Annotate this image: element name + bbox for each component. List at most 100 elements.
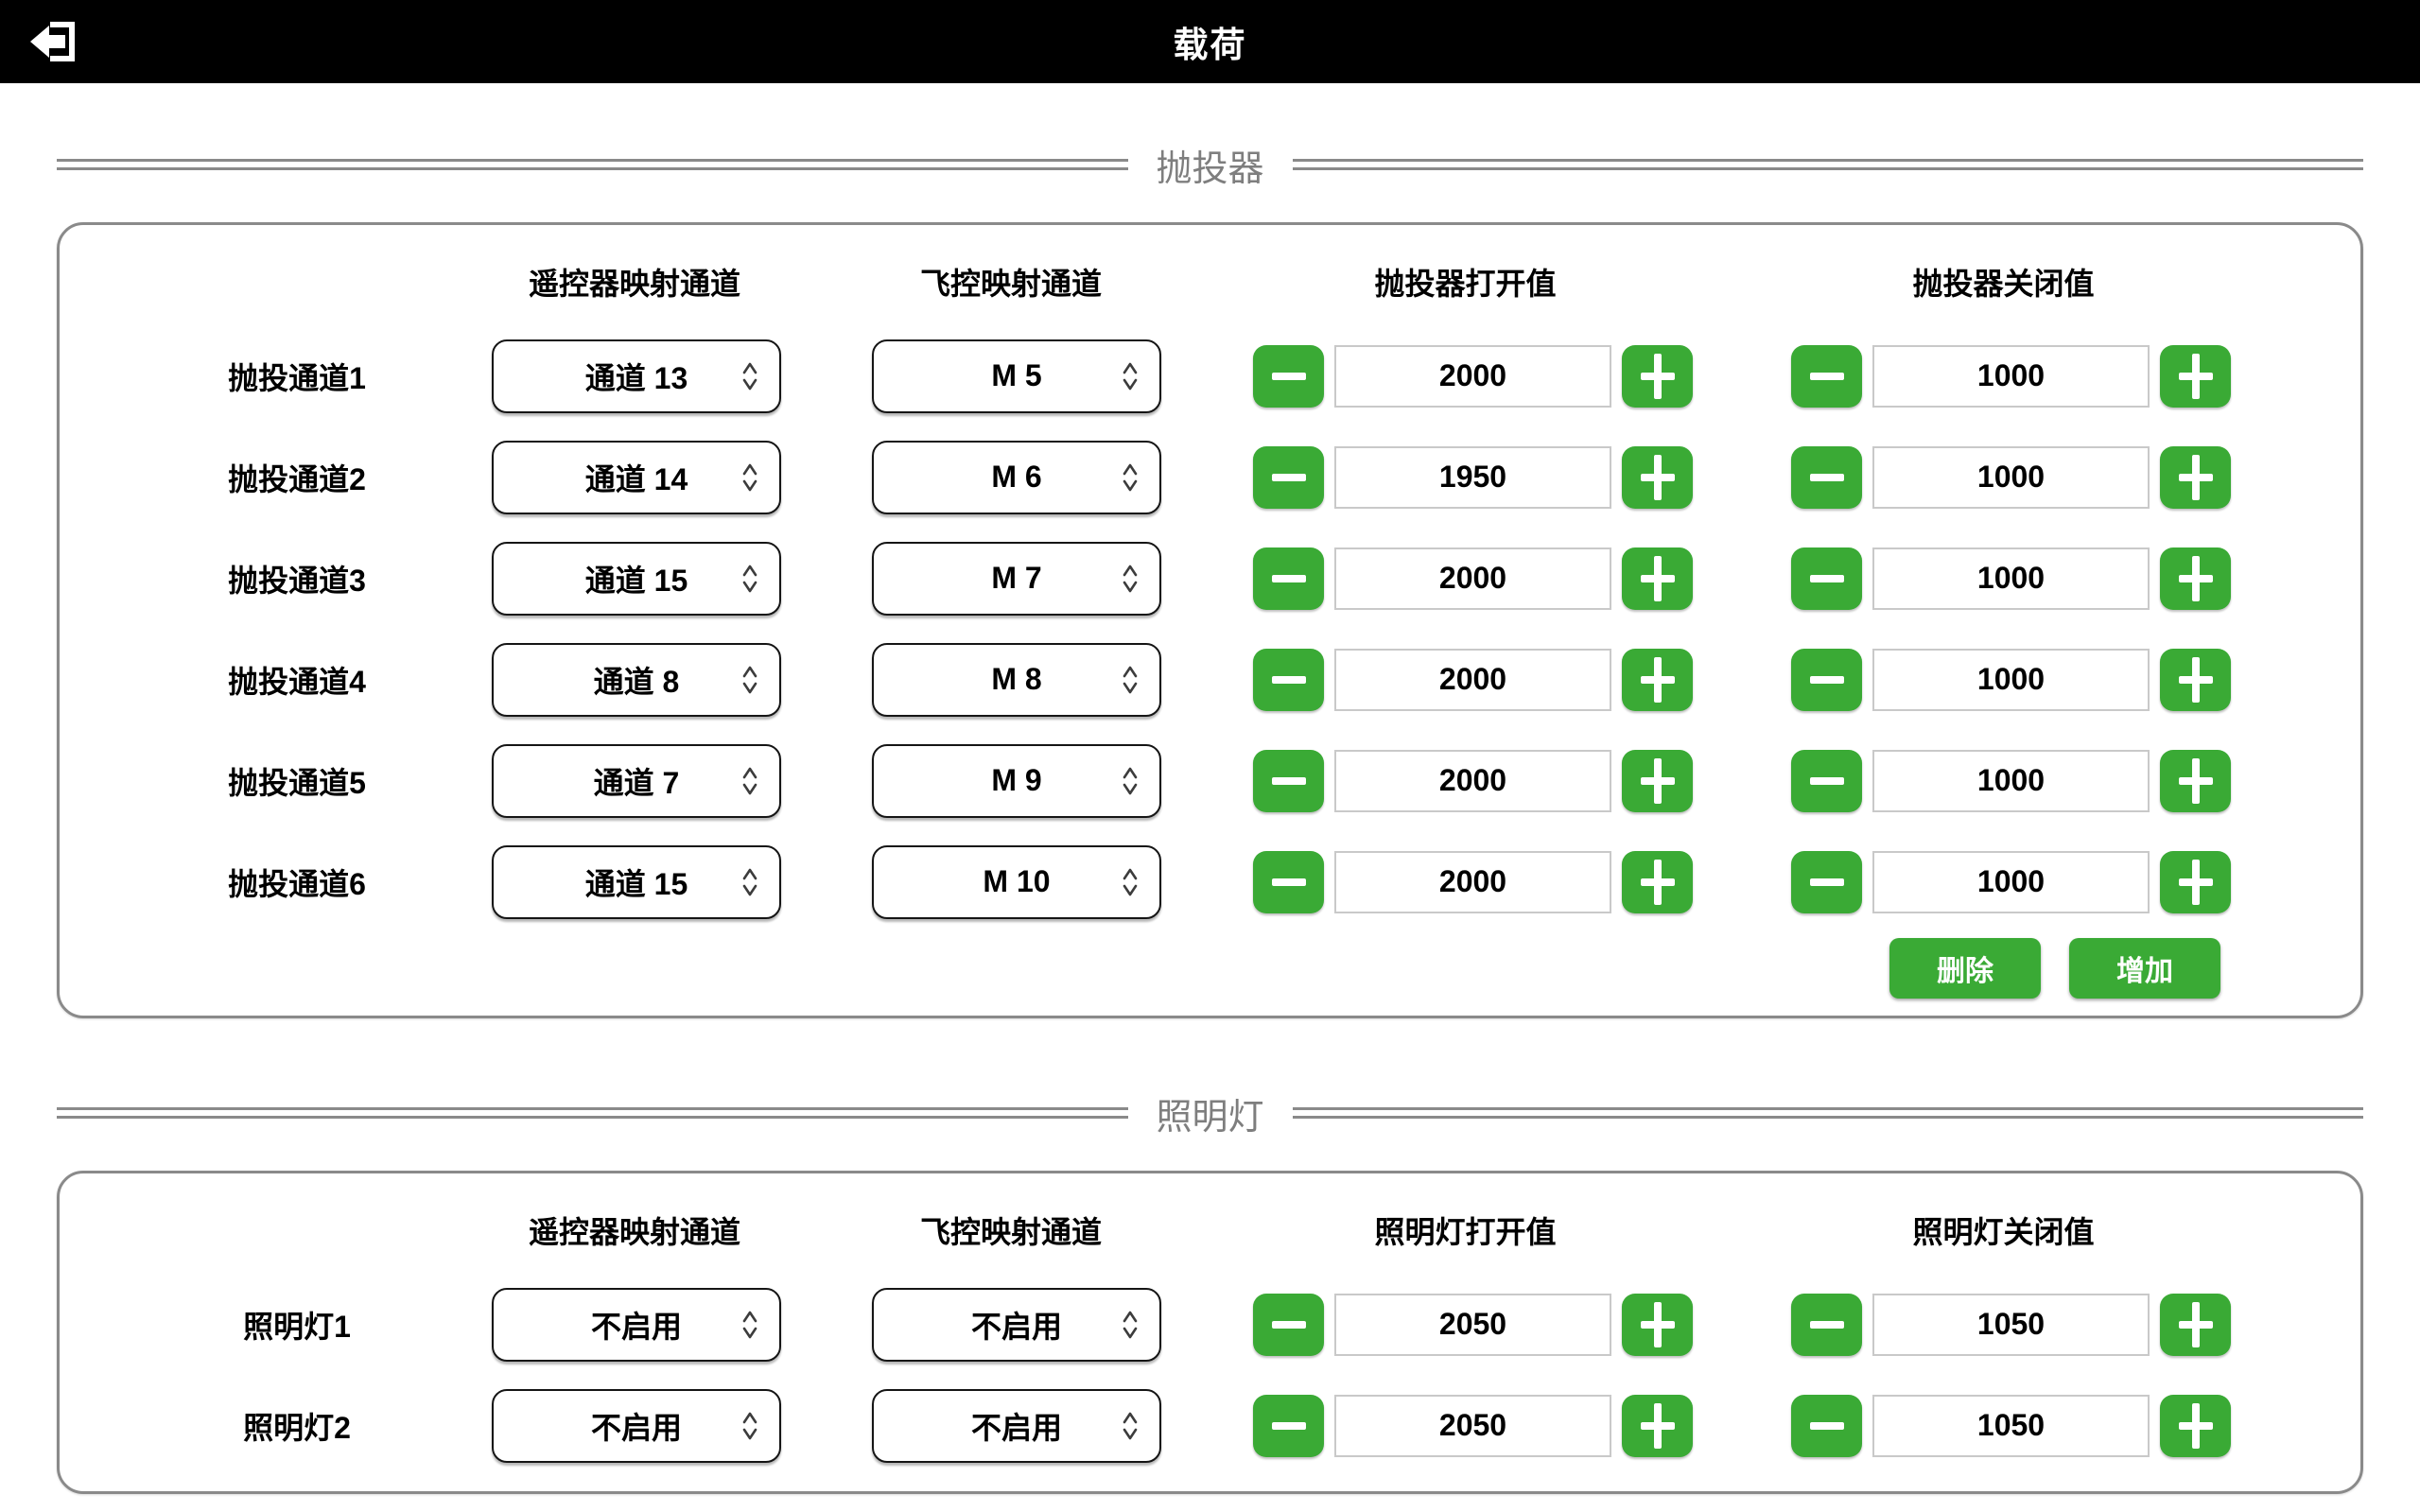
open-value-stepper (1253, 547, 1693, 610)
select-chevrons-icon (740, 1409, 760, 1443)
open-value-minus-button[interactable] (1253, 446, 1324, 509)
column-header-fc-channel: 飞控映射通道 (868, 1208, 1154, 1252)
open-value-plus-button[interactable] (1622, 1395, 1693, 1457)
close-value-input[interactable] (1872, 851, 2150, 913)
select-chevrons-icon (740, 865, 760, 899)
fc-channel-select[interactable]: 不启用 (872, 1288, 1161, 1362)
add-button[interactable]: 增加 (2069, 938, 2220, 999)
open-value-minus-button[interactable] (1253, 1395, 1324, 1457)
fc-channel-select[interactable]: M 6 (872, 441, 1161, 514)
close-value-minus-button[interactable] (1791, 649, 1862, 711)
minus-icon (1810, 777, 1844, 785)
section-header: 照明灯 (57, 1090, 2363, 1136)
open-value-plus-button[interactable] (1622, 1294, 1693, 1356)
fc-channel-select[interactable]: M 9 (872, 744, 1161, 818)
rc-channel-select[interactable]: 通道 7 (492, 744, 781, 818)
close-value-plus-button[interactable] (2160, 750, 2231, 812)
open-value-plus-button[interactable] (1622, 649, 1693, 711)
delete-button[interactable]: 删除 (1889, 938, 2041, 999)
close-value-input[interactable] (1872, 1294, 2150, 1356)
back-button[interactable] (23, 11, 87, 72)
close-value-stepper (1791, 750, 2231, 812)
open-value-plus-button[interactable] (1622, 750, 1693, 812)
close-value-input[interactable] (1872, 649, 2150, 711)
open-value-input[interactable] (1334, 547, 1611, 610)
close-value-stepper (1791, 1395, 2231, 1457)
close-value-input[interactable] (1872, 345, 2150, 408)
fc-channel-select[interactable]: M 5 (872, 339, 1161, 413)
close-value-stepper (1791, 1294, 2231, 1356)
minus-icon (1810, 373, 1844, 380)
open-value-plus-button[interactable] (1622, 345, 1693, 408)
fc-channel-select-value: M 7 (991, 561, 1041, 596)
column-header-rc-channel: 遥控器映射通道 (492, 1208, 777, 1252)
rows: 抛投通道1 通道 13 M 5 (102, 325, 2360, 932)
open-value-input[interactable] (1334, 649, 1611, 711)
close-value-input[interactable] (1872, 750, 2150, 812)
rc-channel-select[interactable]: 通道 13 (492, 339, 781, 413)
rc-channel-select[interactable]: 通道 14 (492, 441, 781, 514)
close-value-plus-button[interactable] (2160, 851, 2231, 913)
close-value-input[interactable] (1872, 446, 2150, 509)
close-value-minus-button[interactable] (1791, 1294, 1862, 1356)
close-value-plus-button[interactable] (2160, 1294, 2231, 1356)
close-value-input[interactable] (1872, 1395, 2150, 1457)
rc-channel-select[interactable]: 通道 15 (492, 542, 781, 616)
close-value-minus-button[interactable] (1791, 1395, 1862, 1457)
fc-channel-select[interactable]: 不启用 (872, 1389, 1161, 1463)
close-value-plus-button[interactable] (2160, 446, 2231, 509)
payload-row: 照明灯1 不启用 不启用 (102, 1274, 2360, 1375)
close-value-minus-button[interactable] (1791, 345, 1862, 408)
select-chevrons-icon (1120, 562, 1140, 596)
close-value-plus-button[interactable] (2160, 649, 2231, 711)
close-value-plus-button[interactable] (2160, 547, 2231, 610)
select-chevrons-icon (740, 461, 760, 495)
select-chevrons-icon (1120, 1308, 1140, 1342)
open-value-minus-button[interactable] (1253, 1294, 1324, 1356)
rc-channel-select[interactable]: 不启用 (492, 1288, 781, 1362)
open-value-minus-button[interactable] (1253, 547, 1324, 610)
close-value-minus-button[interactable] (1791, 446, 1862, 509)
plus-icon (2177, 860, 2215, 905)
divider-double-line (57, 1107, 1128, 1119)
open-value-input[interactable] (1334, 1395, 1611, 1457)
open-value-input[interactable] (1334, 750, 1611, 812)
divider-double-line (1293, 159, 2364, 170)
open-value-minus-button[interactable] (1253, 851, 1324, 913)
open-value-plus-button[interactable] (1622, 851, 1693, 913)
open-value-minus-button[interactable] (1253, 345, 1324, 408)
close-value-input[interactable] (1872, 547, 2150, 610)
close-value-plus-button[interactable] (2160, 1395, 2231, 1457)
select-chevrons-icon (740, 1308, 760, 1342)
open-value-plus-button[interactable] (1622, 547, 1693, 610)
open-value-input[interactable] (1334, 851, 1611, 913)
plus-icon (2177, 1403, 2215, 1449)
open-value-input[interactable] (1334, 345, 1611, 408)
open-value-stepper (1253, 446, 1693, 509)
open-value-minus-button[interactable] (1253, 649, 1324, 711)
rc-channel-select[interactable]: 不启用 (492, 1389, 781, 1463)
rc-channel-select-value: 通道 13 (585, 355, 688, 398)
open-value-input[interactable] (1334, 446, 1611, 509)
row-label: 抛投通道2 (102, 456, 492, 499)
fc-channel-select[interactable]: M 10 (872, 845, 1161, 919)
open-value-input[interactable] (1334, 1294, 1611, 1356)
close-value-plus-button[interactable] (2160, 345, 2231, 408)
column-header-fc-channel: 飞控映射通道 (868, 260, 1154, 304)
section-title: 照明灯 (1151, 1087, 1270, 1139)
open-value-plus-button[interactable] (1622, 446, 1693, 509)
section-panel: 遥控器映射通道 飞控映射通道 抛投器打开值 抛投器关闭值 抛投通道1 通道 13… (57, 222, 2363, 1018)
open-value-minus-button[interactable] (1253, 750, 1324, 812)
fc-channel-select[interactable]: M 7 (872, 542, 1161, 616)
minus-icon (1272, 777, 1306, 785)
rc-channel-select[interactable]: 通道 15 (492, 845, 781, 919)
minus-icon (1810, 575, 1844, 582)
close-value-minus-button[interactable] (1791, 547, 1862, 610)
rc-channel-select[interactable]: 通道 8 (492, 643, 781, 717)
close-value-minus-button[interactable] (1791, 851, 1862, 913)
close-value-minus-button[interactable] (1791, 750, 1862, 812)
close-value-stepper (1791, 649, 2231, 711)
minus-icon (1810, 1422, 1844, 1430)
rc-channel-select-value: 通道 15 (585, 557, 688, 600)
fc-channel-select[interactable]: M 8 (872, 643, 1161, 717)
